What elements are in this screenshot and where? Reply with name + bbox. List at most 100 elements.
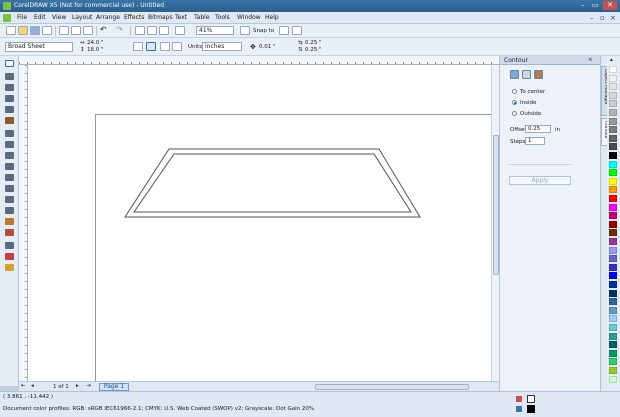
steps-input[interactable]: 1 <box>525 137 545 145</box>
options-icon[interactable] <box>279 26 289 35</box>
doc-close-icon[interactable]: × <box>610 14 616 22</box>
palette-swatch[interactable] <box>609 74 617 82</box>
menu-tools[interactable]: Tools <box>215 14 230 21</box>
menu-table[interactable]: Table <box>194 14 210 21</box>
connector-tool-icon[interactable] <box>5 207 14 214</box>
current-page-icon[interactable] <box>172 42 182 51</box>
save-icon[interactable] <box>30 26 40 35</box>
page-tab[interactable]: Page 1 <box>99 383 129 391</box>
table-tool-icon[interactable] <box>5 185 14 192</box>
color-eyedropper-tool-icon[interactable] <box>5 229 14 236</box>
vertical-scrollbar[interactable] <box>491 65 499 381</box>
publish-pdf-icon[interactable] <box>175 26 185 35</box>
search-content-icon[interactable] <box>135 26 145 35</box>
pick-tool-icon[interactable] <box>5 60 14 67</box>
outline-pen-tool-icon[interactable] <box>5 242 14 249</box>
import-icon[interactable] <box>147 26 157 35</box>
palette-scroll-up-icon[interactable]: ▴ <box>610 57 613 63</box>
zoom-tool-icon[interactable] <box>5 95 14 102</box>
first-page-icon[interactable]: ⇤ <box>21 383 26 389</box>
palette-swatch[interactable] <box>609 229 617 237</box>
doc-restore-icon[interactable]: ▫ <box>600 14 605 22</box>
palette-swatch[interactable] <box>609 238 617 245</box>
palette-swatch[interactable] <box>609 117 617 125</box>
units-select[interactable]: inches <box>202 42 242 51</box>
ellipse-tool-icon[interactable] <box>5 141 14 148</box>
doc-minimize-icon[interactable]: – <box>590 14 594 22</box>
outline-indicator-icon[interactable] <box>516 406 522 412</box>
restore-button[interactable]: ▭ <box>590 1 600 10</box>
palette-swatch[interactable] <box>609 160 617 168</box>
full-screen-icon[interactable] <box>240 26 250 35</box>
dimension-tool-icon[interactable] <box>5 196 14 203</box>
next-page-icon[interactable]: ▸ <box>76 383 79 389</box>
palette-swatch[interactable] <box>609 332 617 340</box>
contour-color-icon[interactable] <box>534 70 543 79</box>
palette-swatch[interactable] <box>609 289 617 297</box>
paste-icon[interactable] <box>83 26 93 35</box>
copy-icon[interactable] <box>71 26 81 35</box>
fill-indicator-icon[interactable] <box>516 396 522 402</box>
duplicate-distance-x-field[interactable]: 0.25 " <box>305 40 322 46</box>
palette-swatch[interactable] <box>609 349 617 357</box>
palette-swatch[interactable] <box>609 315 617 323</box>
palette-swatch[interactable] <box>609 83 617 91</box>
text-tool-icon[interactable] <box>5 174 14 181</box>
page-width-field[interactable]: 24.0 " <box>87 40 104 46</box>
palette-swatch[interactable] <box>609 272 617 280</box>
palette-swatch[interactable] <box>609 100 617 108</box>
radio-outside[interactable] <box>512 111 517 116</box>
close-button[interactable]: ✕ <box>603 1 617 10</box>
duplicate-distance-y-field[interactable]: 0.25 " <box>305 47 322 53</box>
palette-swatch[interactable] <box>609 281 617 288</box>
nudge-distance-field[interactable]: 0.01 " <box>259 44 276 50</box>
palette-swatch[interactable] <box>609 341 617 349</box>
palette-swatch[interactable] <box>609 177 617 185</box>
menu-layout[interactable]: Layout <box>72 14 92 21</box>
horizontal-ruler[interactable] <box>19 56 499 65</box>
menu-effects[interactable]: Effects <box>124 14 144 21</box>
palette-swatch[interactable] <box>609 298 617 306</box>
vertical-ruler[interactable] <box>19 65 28 381</box>
minimize-button[interactable]: – <box>578 1 588 10</box>
undo-icon[interactable]: ↶ <box>100 26 110 35</box>
palette-swatch[interactable] <box>609 91 617 99</box>
horizontal-scroll-thumb[interactable] <box>315 384 469 390</box>
palette-swatch[interactable] <box>609 212 617 220</box>
palette-swatch[interactable] <box>609 66 617 73</box>
palette-swatch[interactable] <box>609 246 617 254</box>
palette-swatch[interactable] <box>609 358 617 366</box>
docker-close-icon[interactable]: × <box>588 57 593 63</box>
palette-swatch[interactable] <box>609 152 617 159</box>
open-icon[interactable] <box>18 26 28 35</box>
apply-button[interactable]: Apply <box>509 176 571 185</box>
all-pages-icon[interactable] <box>160 42 170 51</box>
print-icon[interactable] <box>42 26 52 35</box>
palette-swatch[interactable] <box>609 367 617 374</box>
interactive-fill-tool-icon[interactable] <box>5 264 14 271</box>
cut-icon[interactable] <box>59 26 69 35</box>
palette-swatch[interactable] <box>609 169 617 177</box>
drawing-canvas[interactable] <box>28 65 491 381</box>
fill-tool-icon[interactable] <box>5 253 14 260</box>
palette-swatch[interactable] <box>609 255 617 263</box>
menu-bitmaps[interactable]: Bitmaps <box>148 14 173 21</box>
zoom-level-select[interactable]: 41% <box>196 26 234 35</box>
contour-steps-icon[interactable] <box>510 70 519 79</box>
palette-swatch[interactable] <box>609 263 617 271</box>
crop-tool-icon[interactable] <box>5 84 14 91</box>
menu-arrange[interactable]: Arrange <box>96 14 120 21</box>
inner-contour-shape[interactable] <box>133 153 412 213</box>
export-icon[interactable] <box>159 26 169 35</box>
new-document-icon[interactable] <box>6 26 16 35</box>
radio-to-center[interactable] <box>512 89 517 94</box>
application-launcher-icon[interactable] <box>292 26 302 35</box>
page-height-field[interactable]: 18.0 " <box>87 47 104 53</box>
palette-swatch[interactable] <box>609 324 617 331</box>
paper-type-select[interactable]: Broad Sheet <box>5 42 73 52</box>
menu-text[interactable]: Text <box>175 14 187 21</box>
palette-swatch[interactable] <box>609 195 617 202</box>
palette-swatch[interactable] <box>609 220 617 228</box>
palette-swatch[interactable] <box>609 306 617 314</box>
palette-swatch[interactable] <box>609 143 617 151</box>
